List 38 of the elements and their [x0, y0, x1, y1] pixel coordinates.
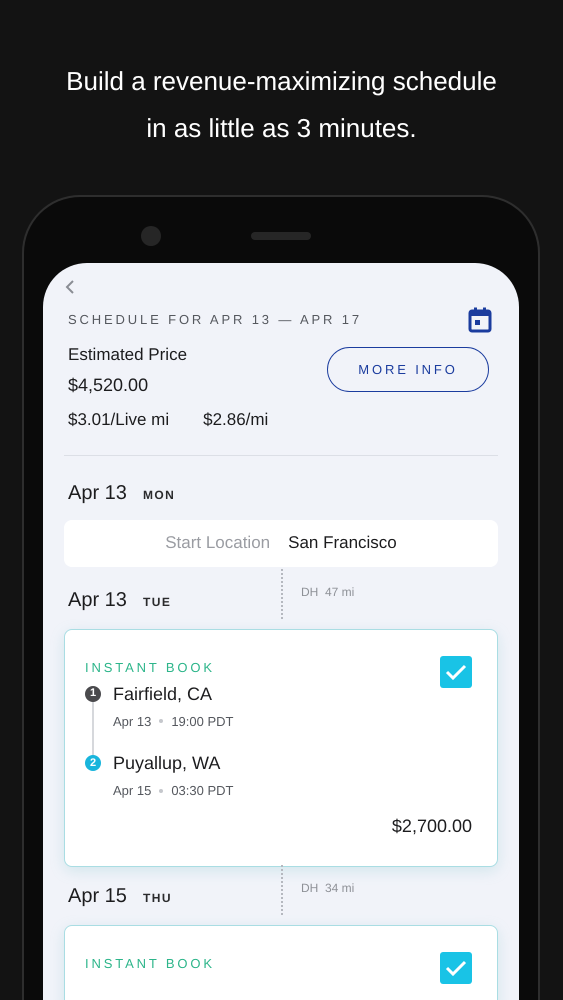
stop-time: 03:30 PDT: [171, 782, 234, 800]
camera-icon: [141, 226, 161, 246]
checkmark-icon: [445, 960, 467, 976]
stop-date: Apr 13: [113, 712, 152, 731]
deadhead-distance: DH 47 mi: [301, 584, 354, 600]
day-weekday: TUE: [142, 594, 172, 610]
checkbox[interactable]: [440, 952, 472, 984]
more-info-button[interactable]: MORE INFO: [327, 347, 489, 392]
stop-time: 19:00 PDT: [171, 712, 234, 730]
day-date: Apr 13: [68, 588, 127, 612]
rate-text: $3.01/Live mi: [68, 409, 170, 431]
calendar-icon[interactable]: [468, 307, 492, 333]
load-price: $2,700.00: [392, 814, 472, 838]
deadhead-distance: DH 34 mi: [301, 880, 354, 896]
dotted-connector: [281, 864, 283, 914]
instant-book-label: INSTANT BOOK: [85, 954, 215, 972]
day-date: Apr 13: [68, 480, 127, 506]
speaker-grille: [251, 232, 311, 240]
checkmark-icon: [445, 664, 467, 680]
stop-date: Apr 15: [113, 782, 152, 800]
stop-city: Fairfield, CA: [113, 682, 214, 706]
stop-city: Puyallup, WA: [113, 752, 222, 775]
estimated-price: $4,520.00: [68, 374, 150, 397]
checkbox[interactable]: [440, 656, 472, 688]
start-location-label: Start Location: [165, 532, 270, 554]
back-icon[interactable]: [65, 279, 75, 295]
stop-number: 2: [85, 755, 101, 771]
stop-number: 1: [85, 686, 101, 702]
price-label: Estimated Price: [68, 344, 188, 366]
rate-text: $2.86/mi: [203, 409, 268, 431]
dotted-connector: [281, 568, 283, 618]
instant-book-label: INSTANT BOOK: [85, 658, 215, 676]
day-date: Apr 15: [68, 884, 127, 908]
start-location-value: San Francisco: [288, 532, 397, 554]
day-weekday: MON: [142, 486, 176, 504]
headline: Build a revenue-maximizing schedule in as little as 3 minutes.: [65, 65, 498, 145]
schedule-title: SCHEDULE FOR APR 13 — APR 17: [68, 311, 362, 330]
day-weekday: THU: [142, 890, 172, 906]
